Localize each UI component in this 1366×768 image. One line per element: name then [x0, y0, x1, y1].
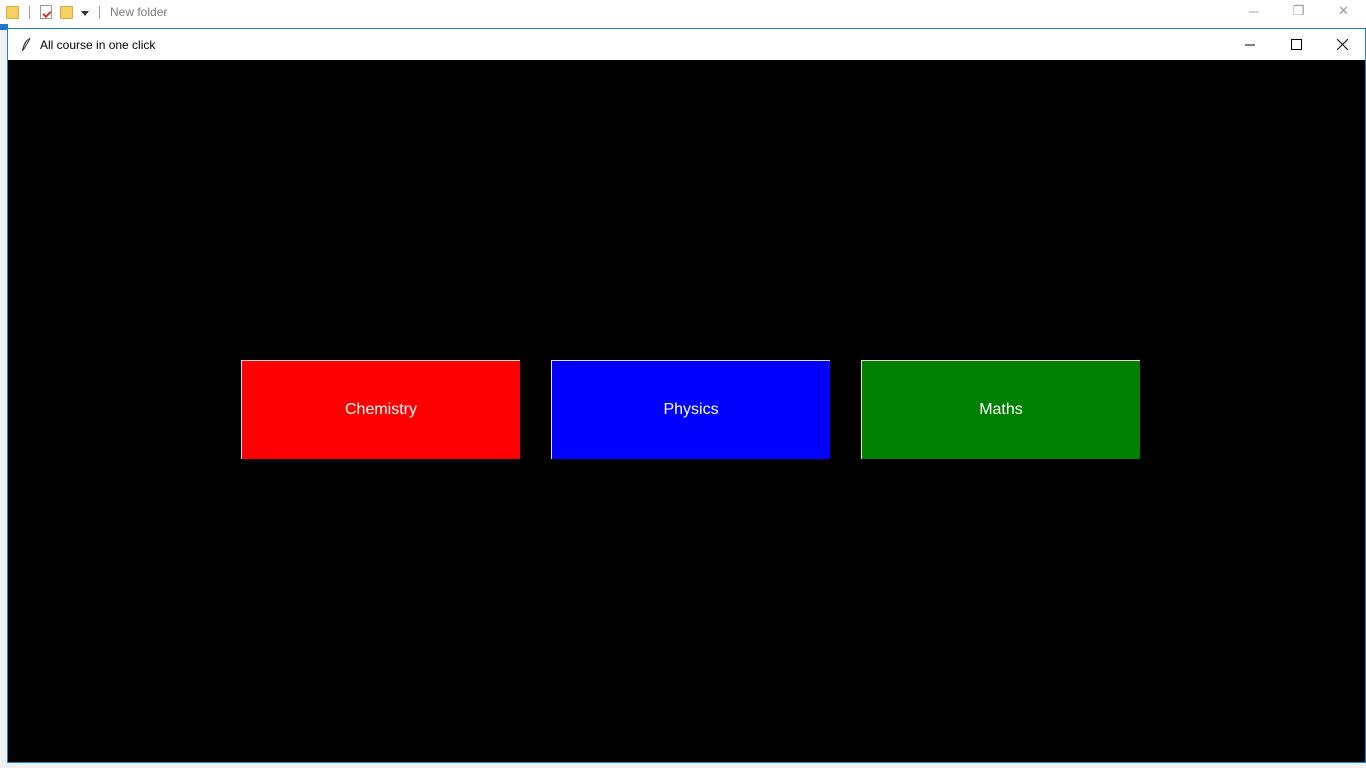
app-title: All course in one click [40, 37, 156, 52]
toolbar-separator [29, 5, 30, 19]
new-folder-icon[interactable] [60, 5, 73, 19]
maximize-button[interactable] [1273, 29, 1319, 60]
background-titlebar: New folder ─ ❐ ✕ [0, 0, 1366, 24]
minimize-icon [1245, 44, 1255, 45]
app-window: All course in one click Chemistry Physic… [7, 28, 1366, 763]
background-close-button[interactable]: ✕ [1321, 0, 1366, 22]
properties-icon[interactable] [40, 5, 52, 19]
toolbar-separator [99, 5, 100, 19]
customize-toolbar-dropdown-icon[interactable] [81, 10, 89, 16]
minimize-button[interactable] [1227, 29, 1273, 60]
background-restore-button[interactable]: ❐ [1276, 0, 1321, 22]
maths-button[interactable]: Maths [861, 360, 1140, 459]
app-window-controls [1227, 29, 1365, 60]
chemistry-button[interactable]: Chemistry [241, 360, 520, 459]
feather-icon [18, 37, 34, 53]
background-minimize-button[interactable]: ─ [1231, 0, 1276, 22]
maximize-icon [1290, 39, 1302, 50]
quick-access-toolbar [0, 0, 106, 24]
background-window-controls: ─ ❐ ✕ [1231, 0, 1366, 24]
close-button[interactable] [1319, 29, 1365, 60]
app-client-area: Chemistry Physics Maths [8, 60, 1365, 762]
folder-icon[interactable] [6, 5, 19, 19]
close-icon [1336, 39, 1348, 50]
background-window-title: New folder [110, 5, 168, 19]
physics-button[interactable]: Physics [551, 360, 830, 459]
app-titlebar[interactable]: All course in one click [8, 29, 1365, 60]
